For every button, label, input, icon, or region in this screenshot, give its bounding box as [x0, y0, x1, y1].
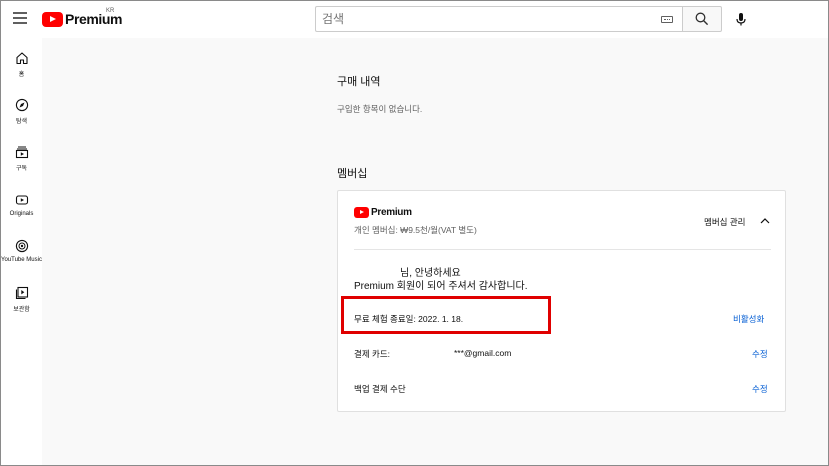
deactivate-link[interactable]: 비활성화 [733, 313, 764, 325]
plan-description: 개인 멤버십: ₩9.5천/월(VAT 별도) [354, 225, 477, 235]
sidebar-item-label: 홈 [18, 72, 25, 78]
sidebar-item-originals[interactable]: Originals [1, 193, 42, 217]
payment-card-value: ***@gmail.com [454, 348, 512, 358]
youtube-play-icon [354, 207, 369, 218]
sidebar: 홈 탐색 구독 Originals YouTube Music 보관함 [1, 38, 42, 465]
sidebar-item-label: 보관함 [13, 307, 30, 313]
top-bar: Premium KR [1, 1, 828, 38]
premium-logo: Premium [354, 207, 412, 218]
purchases-empty-text: 구입한 항목이 없습니다. [337, 104, 423, 114]
edit-payment-link[interactable]: 수정 [752, 348, 768, 360]
sidebar-item-library[interactable]: 보관함 [1, 286, 42, 313]
library-icon [15, 286, 28, 300]
voice-search-button[interactable] [732, 10, 750, 28]
sidebar-item-home[interactable]: 홈 [1, 51, 42, 78]
thanks-text: Premium 회원이 되어 주셔서 감사합니다. [354, 281, 528, 292]
originals-icon [15, 195, 28, 205]
main-content: 구매 내역 구입한 항목이 없습니다. 멤버십 Premium 개인 멤버십: … [42, 38, 828, 465]
subscriptions-icon [15, 146, 28, 159]
keyboard-icon[interactable] [661, 16, 673, 23]
edit-backup-payment-link[interactable]: 수정 [752, 383, 768, 395]
microphone-icon [736, 13, 746, 26]
redacted-name [354, 263, 398, 275]
home-icon [15, 52, 28, 65]
card-logo-text: Premium [371, 207, 412, 218]
search-input[interactable] [322, 12, 642, 26]
sidebar-item-explore[interactable]: 탐색 [1, 98, 42, 125]
sidebar-item-youtube-music[interactable]: YouTube Music [1, 239, 42, 263]
menu-icon[interactable] [13, 12, 27, 24]
sidebar-item-label: YouTube Music [1, 257, 42, 263]
membership-title: 멤버십 [337, 168, 368, 180]
compass-icon [15, 98, 28, 112]
music-icon [15, 239, 28, 253]
search-button[interactable] [682, 6, 722, 32]
highlight-box [341, 296, 551, 334]
sidebar-item-label: 구독 [15, 166, 28, 172]
payment-card-label: 결제 카드: [354, 349, 391, 359]
purchases-title: 구매 내역 [337, 76, 381, 88]
divider [354, 249, 771, 250]
sidebar-item-label: Originals [9, 211, 34, 217]
region-label: KR [106, 8, 115, 14]
backup-payment-label: 백업 결제 수단 [354, 384, 406, 394]
manage-membership-button[interactable]: 멤버십 관리 [704, 216, 745, 228]
chevron-up-icon[interactable] [760, 217, 770, 224]
youtube-play-icon [42, 11, 63, 27]
search-box[interactable] [315, 6, 682, 32]
sidebar-item-subscriptions[interactable]: 구독 [1, 145, 42, 172]
sidebar-item-label: 탐색 [15, 119, 28, 125]
search-icon [695, 12, 709, 26]
